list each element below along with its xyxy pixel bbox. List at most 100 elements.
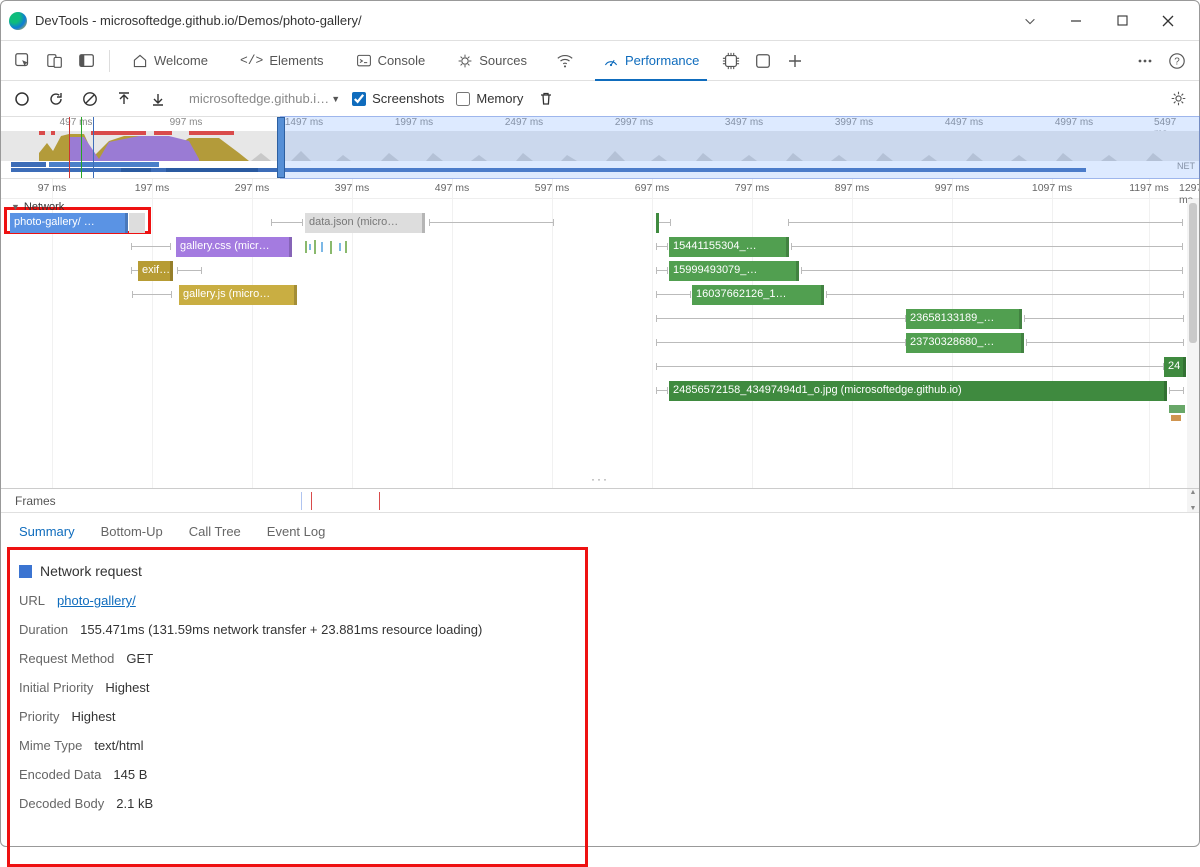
chevron-down-icon[interactable] <box>1007 5 1053 37</box>
kv-value: 155.471ms (131.59ms network transfer + 2… <box>80 622 482 637</box>
devtools-tabs: Welcome </> Elements Console Sources Per… <box>1 41 1199 81</box>
screenshots-checkbox[interactable]: Screenshots <box>352 91 444 106</box>
network-request-bar[interactable]: 24 <box>1164 357 1186 377</box>
tab-summary[interactable]: Summary <box>19 513 75 549</box>
edge-icon <box>9 12 27 30</box>
vertical-scrollbar[interactable] <box>1187 199 1199 488</box>
network-request-bar[interactable]: gallery.js (micro… <box>179 285 297 305</box>
memory-checkbox[interactable]: Memory <box>456 91 523 106</box>
frames-track[interactable]: Frames ▲▼ <box>1 489 1199 513</box>
tick-label: 497 ms <box>60 117 93 128</box>
record-button[interactable] <box>11 88 33 110</box>
ruler-tick: 197 ms <box>135 182 169 194</box>
plus-icon[interactable] <box>781 47 809 75</box>
dock-icon[interactable] <box>73 47 101 75</box>
ruler-tick: 297 ms <box>235 182 269 194</box>
tab-console[interactable]: Console <box>342 41 440 81</box>
tab-sources[interactable]: Sources <box>443 41 541 81</box>
ruler-tick: 1197 ms <box>1129 182 1169 194</box>
tab-elements[interactable]: </> Elements <box>226 41 338 81</box>
memory-icon[interactable] <box>717 47 745 75</box>
network-request-bar[interactable]: data.json (micro… <box>305 213 425 233</box>
overview-selection[interactable] <box>281 117 1199 178</box>
tab-bottom-up[interactable]: Bottom-Up <box>101 513 163 549</box>
kv-value: text/html <box>94 738 143 753</box>
tick-label: 997 ms <box>170 117 203 128</box>
ruler-tick: 597 ms <box>535 182 569 194</box>
kv-label: Encoded Data <box>19 767 101 782</box>
network-request-bar[interactable]: exif… <box>138 261 173 281</box>
tab-label: Elements <box>269 53 323 68</box>
kv-value: 145 B <box>113 767 147 782</box>
kv-value: 2.1 kB <box>116 796 153 811</box>
flame-chart[interactable]: 97 ms 197 ms 297 ms 397 ms 497 ms 597 ms… <box>1 179 1199 489</box>
inspect-icon[interactable] <box>9 47 37 75</box>
detail-tabs: Summary Bottom-Up Call Tree Event Log <box>1 513 1199 549</box>
ruler-tick: 897 ms <box>835 182 869 194</box>
network-request-bar[interactable]: gallery.css (micr… <box>176 237 292 257</box>
tab-label: Welcome <box>154 53 208 68</box>
overview-timeline[interactable]: 497 ms 997 ms 1497 ms 1997 ms 2497 ms 29… <box>1 117 1199 179</box>
performance-toolbar: microsoftedge.github.i… ▼ Screenshots Me… <box>1 81 1199 117</box>
summary-panel: Network request URL photo-gallery/ Durati… <box>1 549 1199 811</box>
kv-label: Initial Priority <box>19 680 93 695</box>
kv-label: Mime Type <box>19 738 82 753</box>
reload-button[interactable] <box>45 88 67 110</box>
network-request-bar[interactable]: 15441155304_… <box>669 237 789 257</box>
frames-label: Frames <box>1 494 56 508</box>
network-request-bar[interactable]: 15999493079_… <box>669 261 799 281</box>
ruler-tick: 397 ms <box>335 182 369 194</box>
kv-value: Highest <box>71 709 115 724</box>
network-section-header[interactable]: ▼ Network <box>11 201 64 213</box>
kv-label: Duration <box>19 622 68 637</box>
tab-event-log[interactable]: Event Log <box>267 513 326 549</box>
selection-handle-left[interactable] <box>277 117 285 178</box>
tab-performance[interactable]: Performance <box>589 41 713 81</box>
application-icon[interactable] <box>749 47 777 75</box>
kv-label: URL <box>19 593 45 608</box>
network-request-bar[interactable]: 24856572158_43497494d1_o.jpg (microsofte… <box>669 381 1167 401</box>
kv-value: GET <box>126 651 153 666</box>
device-icon[interactable] <box>41 47 69 75</box>
download-icon[interactable] <box>147 88 169 110</box>
window-title: DevTools - microsoftedge.github.io/Demos… <box>35 13 1007 28</box>
frames-scroll[interactable]: ▲▼ <box>1187 489 1199 512</box>
recording-url: microsoftedge.github.i… <box>189 91 329 106</box>
ruler-tick: 1097 ms <box>1032 182 1072 194</box>
kv-label: Priority <box>19 709 59 724</box>
ruler-tick: 97 ms <box>38 182 67 194</box>
settings-icon[interactable] <box>1167 88 1189 110</box>
svg-text:?: ? <box>1174 56 1180 67</box>
tab-call-tree[interactable]: Call Tree <box>189 513 241 549</box>
maximize-button[interactable] <box>1099 5 1145 37</box>
window-titlebar: DevTools - microsoftedge.github.io/Demos… <box>1 1 1199 41</box>
ruler-tick: 997 ms <box>935 182 969 194</box>
minimize-button[interactable] <box>1053 5 1099 37</box>
kv-value: Highest <box>105 680 149 695</box>
network-request-bar[interactable]: 23658133189_… <box>906 309 1022 329</box>
tab-label: Sources <box>479 53 527 68</box>
clear-button[interactable] <box>79 88 101 110</box>
ruler-tick: 697 ms <box>635 182 669 194</box>
url-link[interactable]: photo-gallery/ <box>57 593 136 608</box>
recording-selector[interactable]: microsoftedge.github.i… ▼ <box>189 91 340 106</box>
upload-icon[interactable] <box>113 88 135 110</box>
ruler-tick: 797 ms <box>735 182 769 194</box>
trash-icon[interactable] <box>535 88 557 110</box>
tab-welcome[interactable]: Welcome <box>118 41 222 81</box>
network-request-bar[interactable]: photo-gallery/ … <box>10 213 128 233</box>
help-icon[interactable]: ? <box>1163 47 1191 75</box>
network-conditions-icon[interactable] <box>551 47 579 75</box>
request-color-swatch <box>19 565 32 578</box>
kv-label: Decoded Body <box>19 796 104 811</box>
kv-label: Request Method <box>19 651 114 666</box>
more-icon[interactable] <box>1131 47 1159 75</box>
tab-label: Console <box>378 53 426 68</box>
network-request-bar[interactable]: 16037662126_1… <box>692 285 824 305</box>
tab-label: Performance <box>625 53 699 68</box>
more-rows-indicator: ··· <box>1 472 1199 486</box>
ruler-tick: 497 ms <box>435 182 469 194</box>
network-request-bar[interactable]: 23730328680_… <box>906 333 1024 353</box>
close-button[interactable] <box>1145 5 1191 37</box>
summary-title: Network request <box>40 563 142 579</box>
